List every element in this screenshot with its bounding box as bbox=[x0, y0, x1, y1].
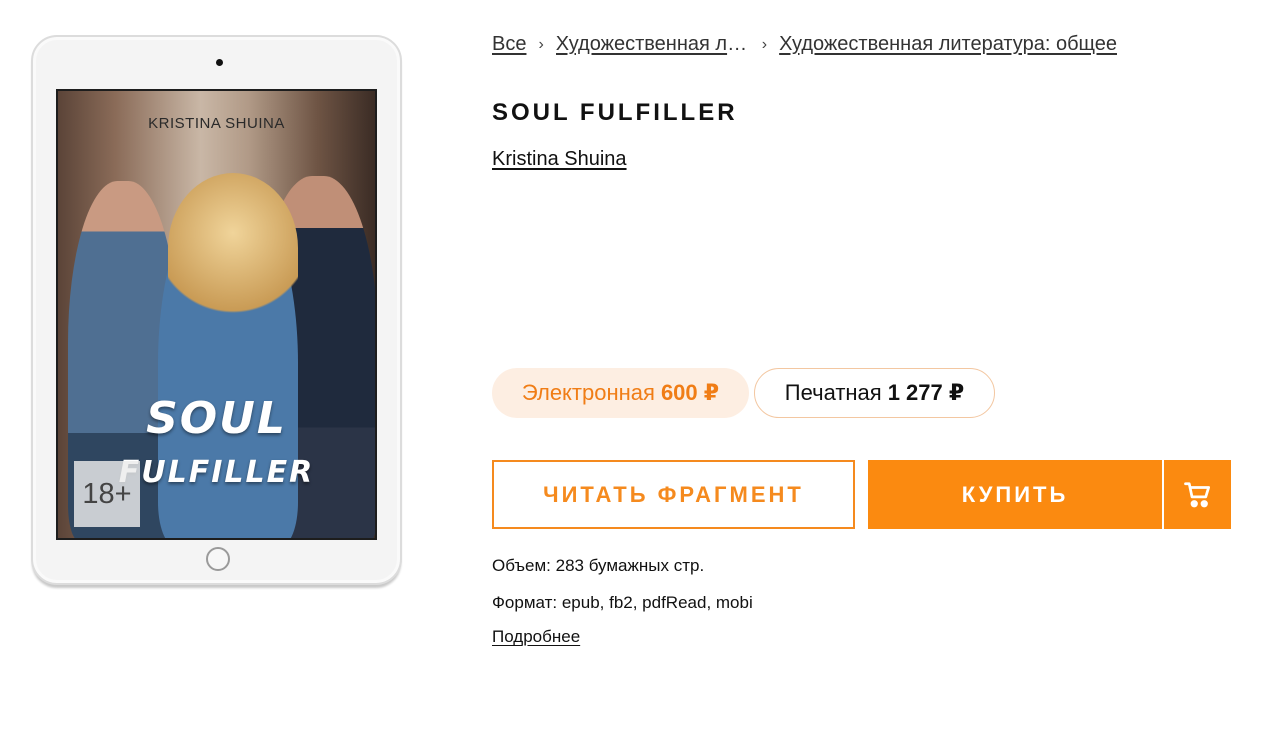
book-cover[interactable]: KRISTINA SHUINA SOUL FULFILLER 18+ bbox=[56, 89, 377, 540]
breadcrumb-item-fiction-general[interactable]: Художественная литература: общее bbox=[779, 33, 1117, 56]
book-format: Формат: epub, fb2, pdfRead, mobi bbox=[492, 593, 753, 612]
ebook-label: Электронная bbox=[521, 380, 655, 405]
cart-icon bbox=[1183, 481, 1210, 507]
ebook-price-option[interactable]: Электронная 600 ₽ bbox=[492, 368, 749, 418]
more-details-link[interactable]: Подробнее bbox=[492, 627, 580, 647]
tablet-home-button bbox=[206, 547, 230, 571]
cover-figure-hair bbox=[168, 173, 298, 323]
print-price-option[interactable]: Печатная 1 277 ₽ bbox=[754, 368, 995, 418]
breadcrumb: Все › Художественная ли… › Художественна… bbox=[492, 33, 1117, 56]
book-volume: Объем: 283 бумажных стр. bbox=[492, 556, 705, 575]
breadcrumb-item-all[interactable]: Все bbox=[492, 33, 526, 56]
add-to-cart-button[interactable] bbox=[1164, 460, 1231, 529]
print-label: Печатная bbox=[784, 380, 882, 405]
book-cover-tablet: KRISTINA SHUINA SOUL FULFILLER 18+ bbox=[31, 35, 402, 585]
author-link[interactable]: Kristina Shuina bbox=[492, 148, 627, 171]
age-rating-badge: 18+ bbox=[74, 461, 140, 527]
cover-author: KRISTINA SHUINA bbox=[148, 115, 285, 132]
breadcrumb-separator: › bbox=[538, 35, 544, 53]
ebook-price: 600 ₽ bbox=[660, 380, 720, 405]
read-fragment-button[interactable]: ЧИТАТЬ ФРАГМЕНТ bbox=[492, 460, 855, 529]
cover-title-line1: SOUL bbox=[146, 393, 287, 444]
breadcrumb-item-fiction[interactable]: Художественная ли… bbox=[556, 33, 750, 56]
print-price: 1 277 ₽ bbox=[887, 380, 965, 405]
book-title: SOUL FULFILLER bbox=[492, 99, 738, 126]
breadcrumb-separator: › bbox=[761, 35, 768, 53]
tablet-camera bbox=[216, 59, 223, 66]
buy-button[interactable]: КУПИТЬ bbox=[868, 460, 1162, 529]
